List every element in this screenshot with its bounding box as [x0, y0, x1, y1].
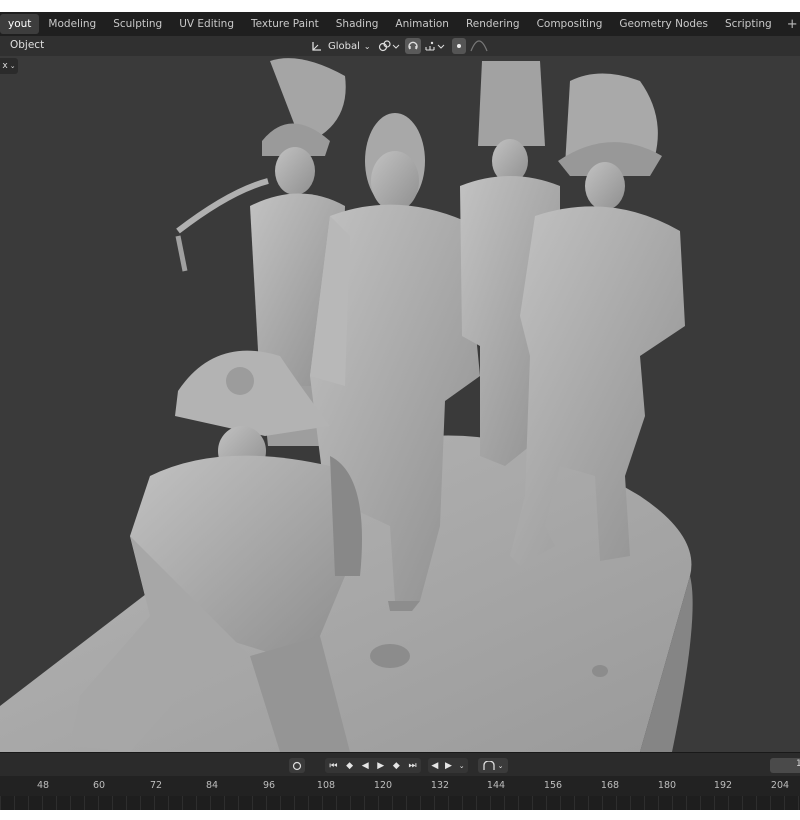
ruler-tick: 168 [600, 780, 620, 791]
ruler-tick: 96 [262, 780, 276, 791]
tab-shading[interactable]: Shading [328, 14, 387, 34]
tab-layout[interactable]: yout [0, 14, 40, 34]
top-window-edge [0, 0, 800, 12]
chevron-down-icon: ⌄ [363, 41, 371, 51]
play-reverse-icon[interactable]: ◀ [362, 761, 369, 771]
ruler-tick: 48 [36, 780, 50, 791]
mode-dropdown-label: x [2, 61, 8, 71]
timeline-track[interactable] [0, 796, 800, 810]
falloff-icon[interactable] [468, 38, 490, 54]
timeline-ruler[interactable]: 48 60 72 84 96 108 120 132 144 156 168 1… [0, 776, 800, 796]
tab-sculpting[interactable]: Sculpting [105, 14, 170, 34]
ruler-tick: 144 [486, 780, 506, 791]
auto-key-icon[interactable]: ⌄ [478, 758, 508, 773]
snap-icon[interactable] [405, 38, 421, 54]
jump-start-icon[interactable]: ⏮ [329, 761, 337, 771]
ruler-tick: 192 [713, 780, 733, 791]
timeline-header: ⏮ ◆ ◀ ▶ ◆ ⏭ ◀ ▶ ⌄ ⌄ 1 [0, 752, 800, 777]
orientation-label: Global [328, 40, 360, 52]
tab-modeling[interactable]: Modeling [40, 14, 104, 34]
play-icon[interactable]: ▶ [377, 761, 384, 771]
workspace-tabbar: yout Modeling Sculpting UV Editing Textu… [0, 12, 800, 36]
record-icon[interactable] [289, 758, 305, 773]
ruler-tick: 108 [316, 780, 336, 791]
chevron-down-icon: ⌄ [9, 62, 16, 70]
3d-viewport[interactable] [0, 56, 800, 752]
ruler-tick: 132 [430, 780, 450, 791]
tab-animation[interactable]: Animation [387, 14, 457, 34]
add-workspace-icon[interactable]: + [781, 17, 800, 32]
current-frame-value: 1 [796, 759, 800, 769]
ruler-tick: 180 [657, 780, 677, 791]
object-menu[interactable]: Object [10, 39, 44, 51]
viewport-header: Object Global ⌄ [0, 36, 800, 56]
current-frame-field[interactable]: 1 [770, 758, 800, 773]
chevron-down-icon: ⌄ [497, 761, 504, 770]
ruler-tick: 60 [92, 780, 106, 791]
ruler-tick: 120 [373, 780, 393, 791]
tab-compositing[interactable]: Compositing [529, 14, 611, 34]
tab-uv-editing[interactable]: UV Editing [171, 14, 242, 34]
pivot-icon[interactable] [376, 38, 402, 54]
transform-orientation-icon[interactable] [308, 38, 326, 54]
tab-texture-paint[interactable]: Texture Paint [243, 14, 327, 34]
next-keyframe-icon[interactable]: ◆ [393, 761, 400, 771]
playback-controls: ⏮ ◆ ◀ ▶ ◆ ⏭ [325, 758, 421, 773]
tab-rendering[interactable]: Rendering [458, 14, 528, 34]
snap-target-icon[interactable] [422, 38, 448, 54]
ruler-tick: 156 [543, 780, 563, 791]
bottom-window-edge [0, 810, 800, 820]
keying-icon[interactable]: ◀ ▶ ⌄ [428, 758, 468, 773]
ruler-tick: 204 [770, 780, 790, 791]
tab-geometry-nodes[interactable]: Geometry Nodes [611, 14, 716, 34]
mode-dropdown[interactable]: x ⌄ [0, 58, 18, 74]
ruler-tick: 84 [205, 780, 219, 791]
orientation-dropdown[interactable]: Global ⌄ [328, 38, 372, 54]
tab-scripting[interactable]: Scripting [717, 14, 780, 34]
prev-keyframe-icon[interactable]: ◆ [346, 761, 353, 771]
proportional-edit-icon[interactable] [452, 38, 466, 54]
jump-end-icon[interactable]: ⏭ [408, 761, 416, 771]
ruler-tick: 72 [149, 780, 163, 791]
sculpt-model-render [0, 58, 693, 752]
